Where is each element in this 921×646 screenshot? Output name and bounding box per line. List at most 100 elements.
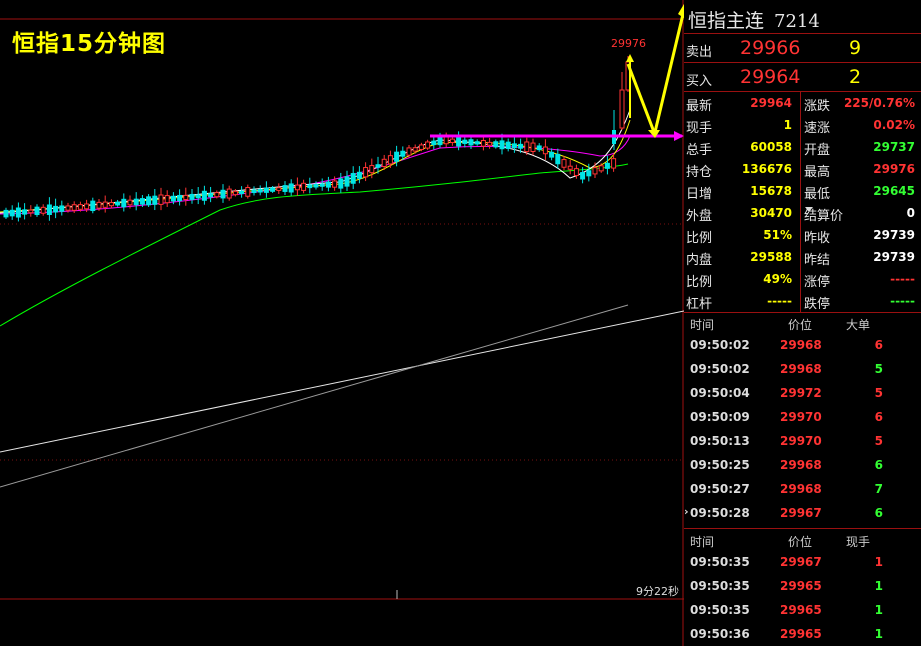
sell-price: 29966 <box>740 37 801 59</box>
contract-name: 恒指主连 <box>688 10 765 32</box>
trade-row[interactable]: 09:50:02 29968 6 <box>684 333 921 357</box>
ma60-line <box>0 163 629 327</box>
trade-row[interactable]: 09:50:04 29972 5 <box>684 381 921 405</box>
stat-label: 涨停 <box>804 275 831 290</box>
candle-body <box>363 167 369 178</box>
stat-value: 29976 <box>873 162 915 176</box>
trade-row[interactable]: 09:50:13 29970 5 <box>684 429 921 453</box>
candle-body <box>406 147 412 156</box>
stat-label: 现手 <box>686 121 713 136</box>
candle-body <box>332 180 338 188</box>
trade-row[interactable]: 09:50:25 29968 6 <box>684 453 921 477</box>
candle-body <box>84 203 90 210</box>
candlestick-chart[interactable]: 29976 恒指15分钟图 9分22秒 <box>0 0 684 646</box>
candle-body <box>102 201 108 208</box>
candle-body <box>15 207 21 218</box>
candle-body <box>375 164 381 168</box>
trade-price: 29965 <box>780 603 822 617</box>
trade-price: 29968 <box>780 338 822 352</box>
trade-price: 29965 <box>780 627 822 641</box>
candle-body <box>282 185 288 192</box>
candle-body <box>90 200 96 212</box>
trade-time: 09:50:09 <box>690 410 750 424</box>
candle-body <box>474 141 480 145</box>
stat-right-5[interactable]: 结算价 0 <box>802 202 921 224</box>
stat-value: ----- <box>767 294 792 308</box>
candle-body <box>325 181 331 188</box>
buy-label: 买入 <box>686 74 713 89</box>
candle-body <box>431 140 437 146</box>
candle-body <box>232 190 238 196</box>
candle-body <box>592 167 598 175</box>
candle-body <box>121 198 127 208</box>
trade-vol: 6 <box>874 410 883 424</box>
stat-left-8: 比例 49% <box>684 268 798 290</box>
candle-body <box>344 176 350 187</box>
candle-body <box>480 139 486 147</box>
stat-right-8: 涨停 ----- <box>802 268 921 290</box>
chart-canvas[interactable]: 29976 <box>0 0 684 646</box>
stat-left-2: 总手 60058 <box>684 136 798 158</box>
trade-price: 29970 <box>780 410 822 424</box>
trade-time: 09:50:36 <box>690 627 750 641</box>
stat-label: 最高 <box>804 165 831 180</box>
trade-vol: 6 <box>874 458 883 472</box>
chart-title: 恒指15分钟图 <box>12 31 167 57</box>
candle-body <box>108 202 114 207</box>
trade-row[interactable]: 09:50:35 29965 1 <box>684 598 921 622</box>
trade-row[interactable]: › 09:50:28 29967 6 <box>684 501 921 525</box>
trade-price: 29967 <box>780 555 822 569</box>
candle-body <box>46 204 52 215</box>
candle-body <box>152 195 158 205</box>
candle-body <box>604 162 610 169</box>
candle-body <box>437 136 443 146</box>
stat-right-3: 最高 29976 <box>802 158 921 180</box>
stat-value: 60058 <box>750 140 792 154</box>
candle-body <box>425 141 431 149</box>
stat-value: 136676 <box>741 162 792 176</box>
trade-row[interactable]: 09:50:35 29965 1 <box>684 574 921 598</box>
ma10-line <box>0 119 631 213</box>
trade-price: 29972 <box>780 386 822 400</box>
candle-body <box>586 170 592 177</box>
column-header: 时间 <box>690 318 715 332</box>
buy-price: 29964 <box>740 66 801 88</box>
sell-quote[interactable]: 卖出 29966 9 <box>684 35 921 63</box>
stat-label: 比例 <box>686 231 713 246</box>
stat-label: 杠杆 <box>686 297 713 312</box>
candle-body <box>549 151 555 158</box>
candle-body <box>34 206 40 216</box>
trade-row[interactable]: 09:50:35 29967 1 <box>684 550 921 574</box>
trade-row[interactable]: 09:50:02 29968 5 <box>684 357 921 381</box>
candle-body <box>387 155 393 165</box>
trade-time: 09:50:35 <box>690 555 750 569</box>
stat-label: 涨跌 <box>804 99 831 114</box>
trade-row[interactable]: 09:50:27 29968 7 <box>684 477 921 501</box>
candle-body <box>530 142 536 152</box>
trade-row[interactable]: 09:50:36 29965 1 <box>684 622 921 646</box>
stats-divider <box>800 92 801 312</box>
candle-body <box>40 206 46 214</box>
stat-label: 速涨 <box>804 121 831 136</box>
candle-body <box>28 209 34 214</box>
stat-right-7: 昨结 29739 <box>802 246 921 268</box>
candle-body <box>177 194 183 202</box>
candle-body <box>611 158 617 169</box>
stat-left-1: 现手 1 <box>684 114 798 136</box>
candle-body <box>456 136 462 147</box>
trade-time: 09:50:04 <box>690 386 750 400</box>
candle-body <box>301 182 307 191</box>
column-header: 价位 <box>788 535 813 549</box>
stat-right-1: 速涨 0.02% <box>802 114 921 136</box>
trade-row[interactable]: 09:50:09 29970 6 <box>684 405 921 429</box>
trade-vol: 5 <box>874 362 883 376</box>
stat-label: 开盘 <box>804 143 831 158</box>
column-header: 时间 <box>690 535 715 549</box>
candle-body <box>251 189 257 194</box>
stat-value: 29739 <box>873 228 915 242</box>
stat-value: 29588 <box>750 250 792 264</box>
buy-quote[interactable]: 买入 29964 2 <box>684 64 921 92</box>
candle-body <box>542 146 548 155</box>
trades-header: 时间 价位 大单 <box>684 313 921 333</box>
stat-label: 跌停 <box>804 297 831 312</box>
